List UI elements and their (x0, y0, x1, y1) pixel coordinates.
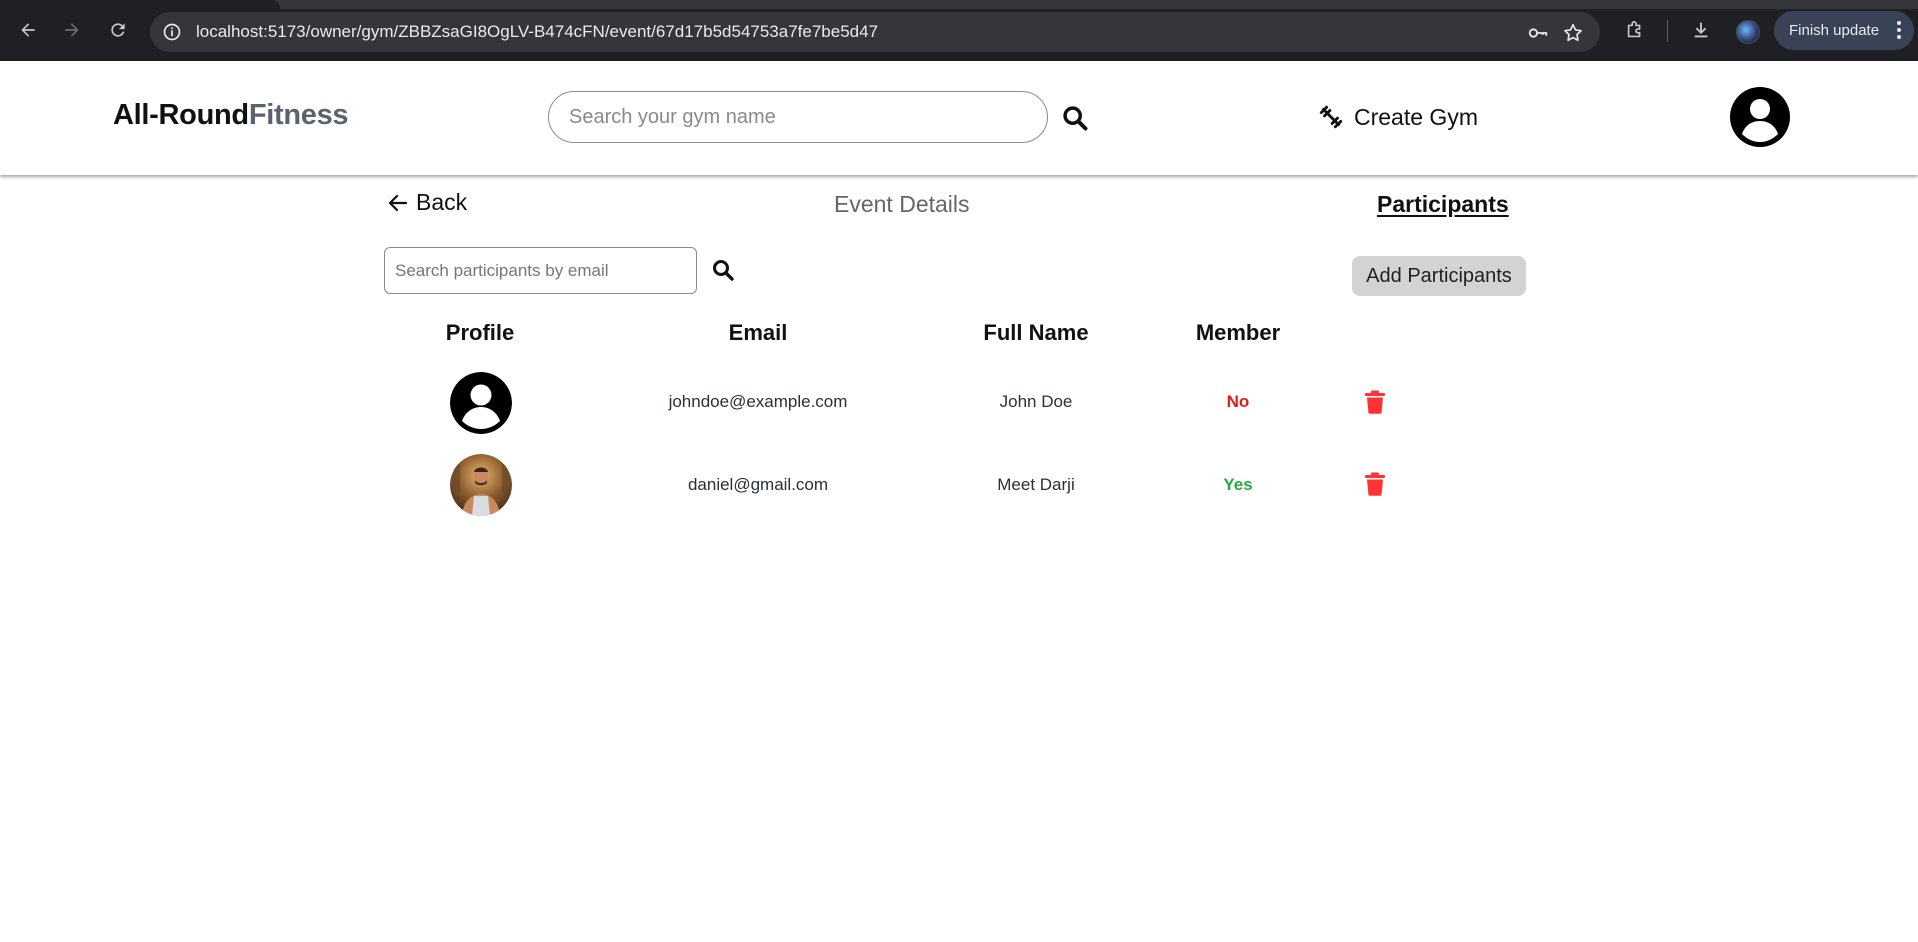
dumbbell-icon (1319, 105, 1343, 129)
active-tab-edge (0, 0, 280, 9)
arrow-left-icon (21, 23, 35, 37)
browser-chrome: localhost:5173/owner/gym/ZBBZsaGI8OgLV-B… (0, 0, 1918, 61)
trash-icon[interactable] (1364, 472, 1386, 496)
tab-event-details[interactable]: Event Details (834, 191, 970, 218)
arrow-left-icon (388, 194, 408, 211)
browser-back-button[interactable] (14, 16, 42, 44)
back-button[interactable]: Back (386, 189, 467, 216)
browser-forward-button[interactable] (58, 16, 86, 44)
reload-icon (111, 23, 125, 37)
tab-strip (0, 0, 1918, 9)
column-header-full-name: Full Name (983, 320, 1089, 345)
user-photo-avatar (450, 454, 512, 516)
browser-profile-avatar[interactable] (1736, 20, 1760, 44)
gym-search-input[interactable] (548, 91, 1048, 143)
participant-search-input[interactable] (384, 247, 697, 294)
app-header: All-RoundFitness Create Gym (0, 61, 1918, 175)
back-label: Back (416, 189, 468, 215)
browser-reload-button[interactable] (104, 16, 132, 44)
toolbar-divider (1667, 20, 1668, 42)
site-info-icon[interactable] (160, 20, 184, 44)
more-options-icon (1897, 21, 1901, 39)
member-status: No (1226, 392, 1250, 411)
column-header-email: Email (728, 320, 788, 345)
trash-icon[interactable] (1364, 390, 1386, 414)
create-gym-label: Create Gym (1354, 103, 1478, 130)
finish-update-label: Finish update (1789, 22, 1880, 39)
url-text: localhost:5173/owner/gym/ZBBZsaGI8OgLV-B… (196, 22, 879, 41)
member-status: Yes (1223, 475, 1253, 494)
user-account-icon[interactable] (1730, 87, 1790, 147)
logo-text-primary: All-Round (113, 99, 249, 131)
search-icon[interactable] (711, 258, 735, 282)
column-header-profile: Profile (445, 320, 515, 345)
arrow-right-icon (65, 23, 79, 37)
extensions-icon[interactable] (1623, 18, 1647, 42)
password-key-icon[interactable] (1527, 22, 1549, 44)
create-gym-button[interactable]: Create Gym (1318, 101, 1478, 133)
column-header-member: Member (1195, 320, 1281, 345)
default-user-icon (450, 372, 512, 434)
logo-text-accent: Fitness (248, 99, 349, 131)
downloads-icon[interactable] (1689, 18, 1713, 42)
add-participants-button[interactable]: Add Participants (1352, 256, 1526, 296)
bookmark-star-icon[interactable] (1562, 22, 1584, 44)
finish-update-button[interactable]: Finish update (1774, 11, 1914, 50)
site-logo[interactable]: All-RoundFitness (113, 99, 349, 132)
address-bar[interactable]: localhost:5173/owner/gym/ZBBZsaGI8OgLV-B… (150, 12, 1600, 52)
tab-participants[interactable]: Participants (1377, 191, 1509, 218)
search-icon[interactable] (1061, 104, 1089, 132)
participant-email: daniel@gmail.com (687, 475, 829, 494)
participant-email: johndoe@example.com (668, 392, 848, 411)
